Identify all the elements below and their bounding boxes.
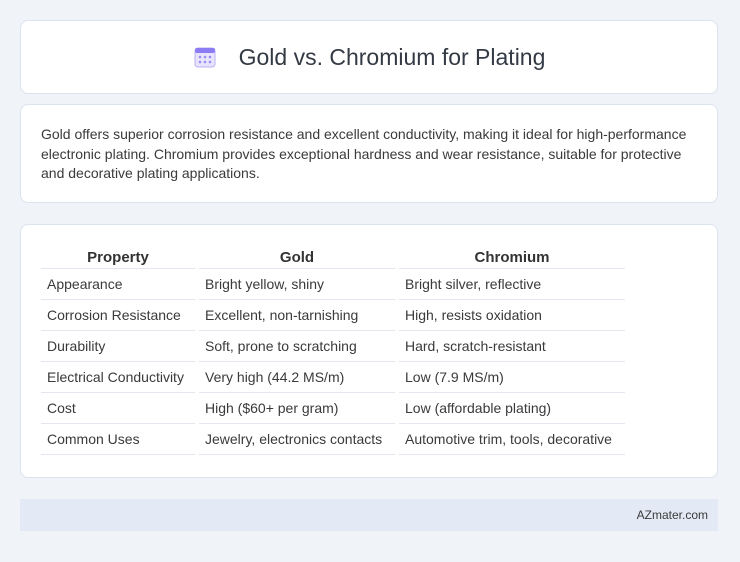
table-row: Cost High ($60+ per gram) Low (affordabl… <box>41 393 625 424</box>
gold-cell: Jewelry, electronics contacts <box>199 424 395 455</box>
property-cell: Durability <box>41 331 195 362</box>
table-row: Durability Soft, prone to scratching Har… <box>41 331 625 362</box>
table-row: Common Uses Jewelry, electronics contact… <box>41 424 625 455</box>
gold-cell: Excellent, non-tarnishing <box>199 300 395 331</box>
comparison-card: Property Gold Chromium Appearance Bright… <box>20 224 718 478</box>
property-cell: Cost <box>41 393 195 424</box>
summary-text: Gold offers superior corrosion resistanc… <box>41 126 687 181</box>
chromium-cell: Automotive trim, tools, decorative <box>399 424 625 455</box>
table-header-row: Property Gold Chromium <box>41 245 625 269</box>
property-cell: Corrosion Resistance <box>41 300 195 331</box>
comparison-table: Property Gold Chromium Appearance Bright… <box>37 245 629 455</box>
header-chromium: Chromium <box>399 245 625 269</box>
gold-cell: Very high (44.2 MS/m) <box>199 362 395 393</box>
footer-brand[interactable]: AZmater.com <box>637 508 708 522</box>
calendar-icon <box>193 45 217 69</box>
property-cell: Appearance <box>41 269 195 300</box>
table-row: Appearance Bright yellow, shiny Bright s… <box>41 269 625 300</box>
chromium-cell: Low (affordable plating) <box>399 393 625 424</box>
table-row: Electrical Conductivity Very high (44.2 … <box>41 362 625 393</box>
property-cell: Common Uses <box>41 424 195 455</box>
table-row: Corrosion Resistance Excellent, non-tarn… <box>41 300 625 331</box>
gold-cell: Soft, prone to scratching <box>199 331 395 362</box>
chromium-cell: Bright silver, reflective <box>399 269 625 300</box>
page-title: Gold vs. Chromium for Plating <box>238 43 546 70</box>
chromium-cell: High, resists oxidation <box>399 300 625 331</box>
property-cell: Electrical Conductivity <box>41 362 195 393</box>
gold-cell: Bright yellow, shiny <box>199 269 395 300</box>
chromium-cell: Hard, scratch-resistant <box>399 331 625 362</box>
header-property: Property <box>41 245 195 269</box>
header-gold: Gold <box>199 245 395 269</box>
title-card: Gold vs. Chromium for Plating <box>20 20 718 94</box>
summary-card: Gold offers superior corrosion resistanc… <box>20 104 718 203</box>
gold-cell: High ($60+ per gram) <box>199 393 395 424</box>
footer-bar: AZmater.com <box>20 499 718 531</box>
chromium-cell: Low (7.9 MS/m) <box>399 362 625 393</box>
